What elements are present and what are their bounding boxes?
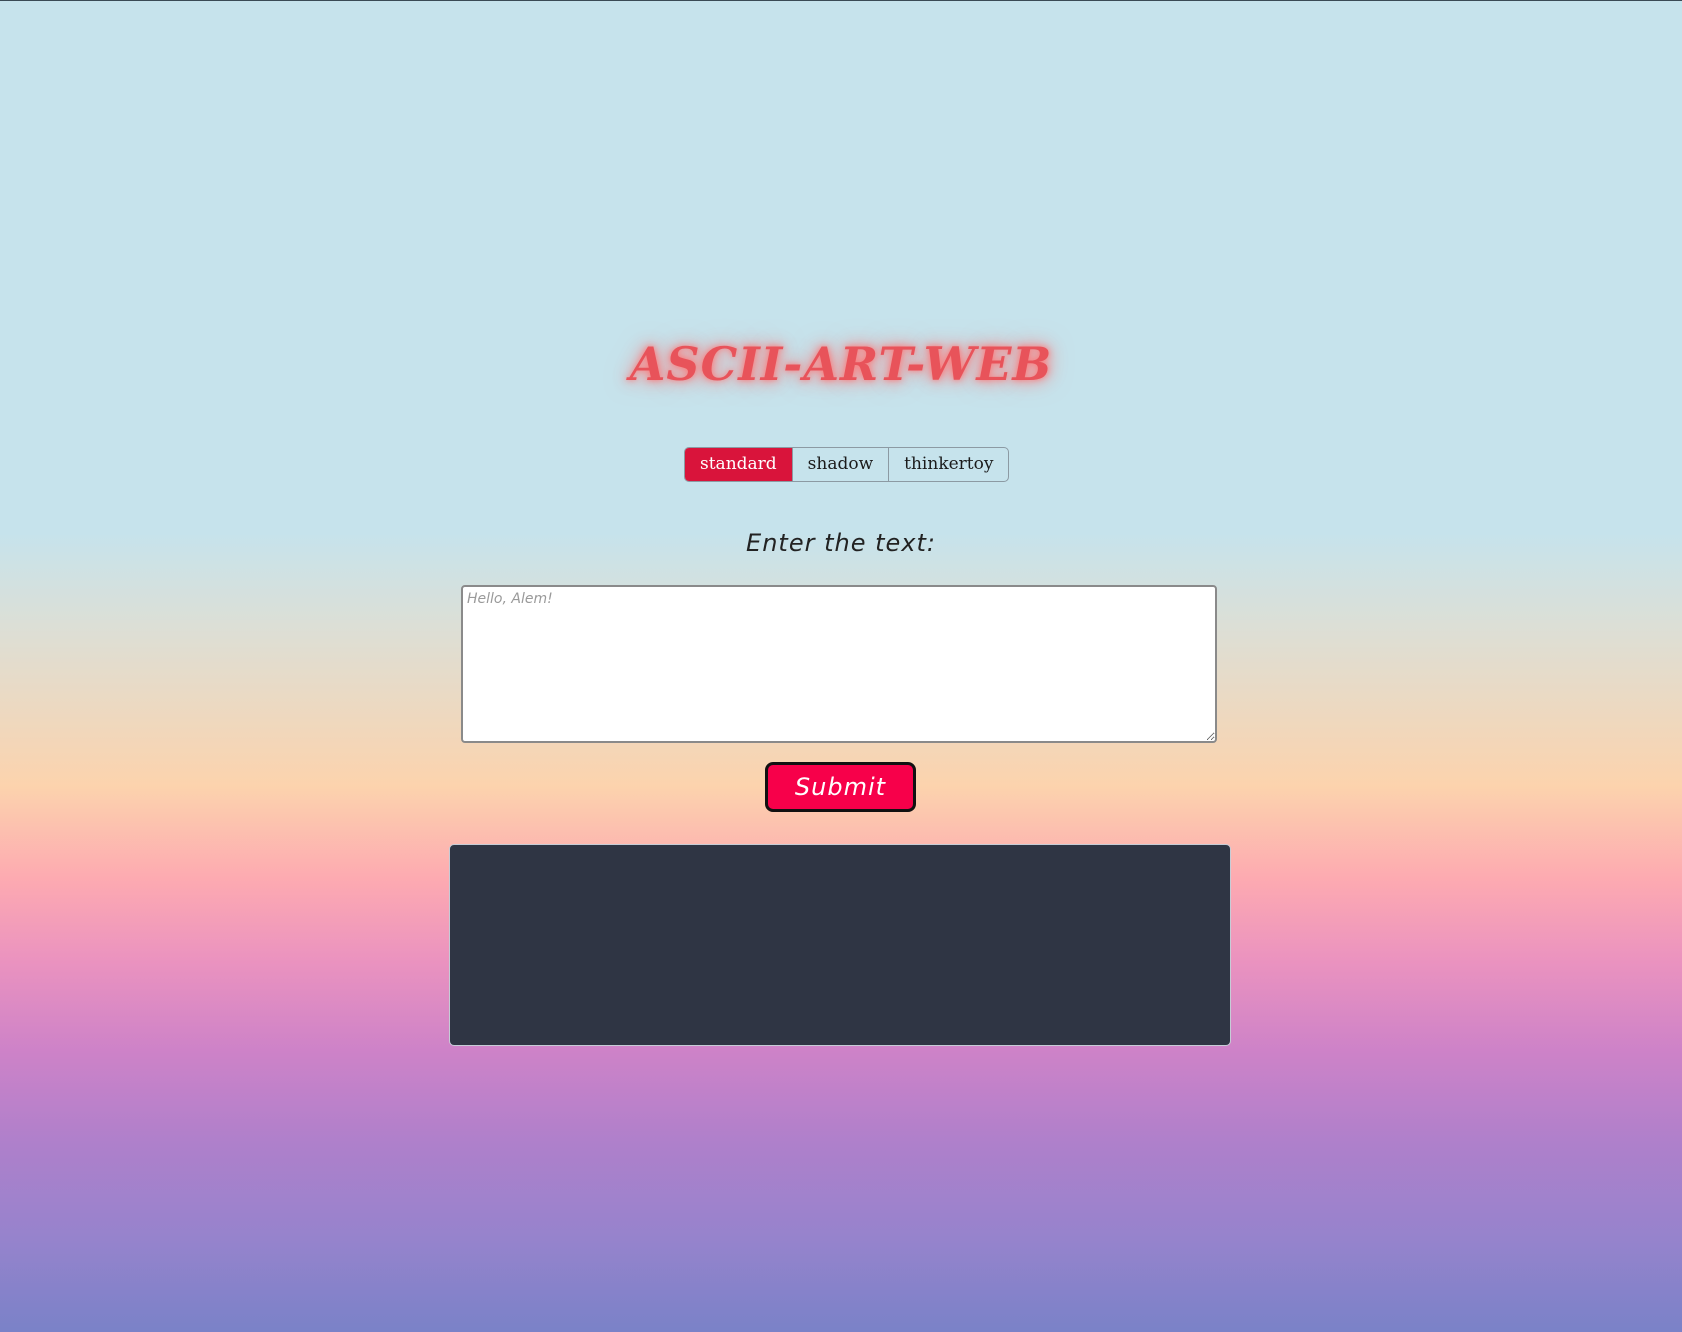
submit-button[interactable]: Submit	[765, 762, 916, 812]
font-option-standard[interactable]: standard	[685, 448, 792, 481]
text-input-label: Enter the text:	[746, 529, 936, 557]
font-selector: standard shadow thinkertoy	[684, 447, 1010, 482]
text-input[interactable]	[461, 585, 1217, 743]
font-option-thinkertoy[interactable]: thinkertoy	[888, 448, 1008, 481]
font-option-shadow[interactable]: shadow	[791, 448, 888, 481]
page-title: ASCII-ART-WEB	[629, 337, 1053, 391]
ascii-output-panel	[449, 844, 1231, 1046]
